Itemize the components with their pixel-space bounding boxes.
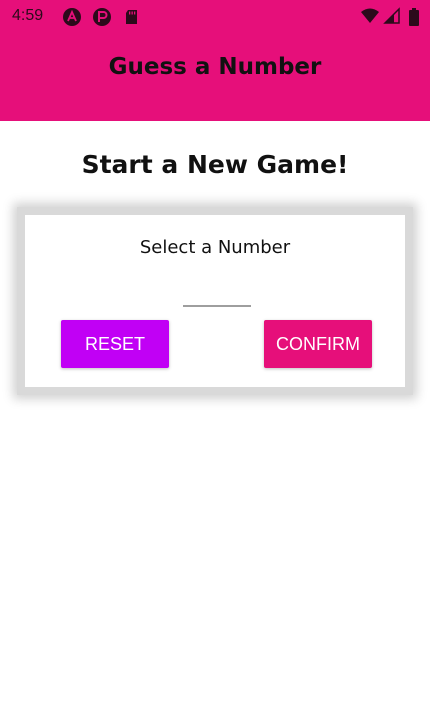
app-header: Guess a Number [0, 34, 430, 121]
input-card: Select a Number RESET CONFIRM [17, 207, 413, 395]
header-title: Guess a Number [108, 53, 322, 80]
pocket-icon [92, 7, 112, 27]
number-input[interactable] [183, 281, 251, 307]
status-bar: 4:59 [0, 0, 430, 34]
wifi-icon [360, 7, 380, 29]
confirm-button[interactable]: CONFIRM [264, 320, 372, 368]
battery-icon [408, 7, 420, 31]
android-studio-icon [62, 7, 82, 27]
select-number-label: Select a Number [139, 237, 291, 258]
sd-card-icon [122, 7, 142, 27]
status-time: 4:59 [12, 7, 44, 24]
screen-title: Start a New Game! [81, 150, 349, 179]
reset-button[interactable]: RESET [61, 320, 169, 368]
signal-icon [383, 7, 401, 29]
